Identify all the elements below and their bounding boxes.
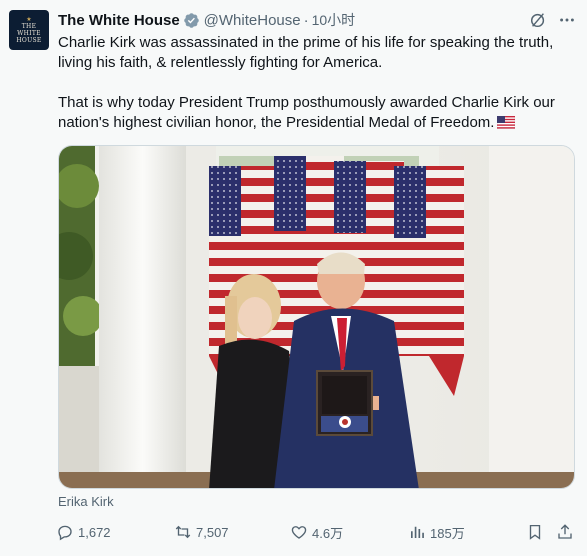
share-icon bbox=[558, 524, 572, 539]
bookmark-button[interactable] bbox=[526, 520, 548, 544]
ceremony-photo bbox=[59, 146, 574, 488]
us-flag-emoji-icon bbox=[497, 115, 516, 130]
more-button[interactable] bbox=[556, 10, 578, 30]
views-button[interactable]: 185万 bbox=[408, 520, 465, 544]
grok-button[interactable] bbox=[528, 10, 548, 30]
photo-caption: Erika Kirk bbox=[58, 494, 114, 509]
reply-button[interactable]: 1,672 bbox=[56, 520, 111, 544]
tweet-card[interactable]: ★ THE WHITE HOUSE The White House @White… bbox=[0, 0, 587, 556]
reply-count: 1,672 bbox=[78, 524, 111, 540]
like-icon bbox=[291, 526, 307, 539]
timestamp[interactable]: 10小时 bbox=[312, 10, 356, 30]
tweet-paragraph-2: That is why today President Trump posthu… bbox=[58, 94, 555, 131]
separator-dot: · bbox=[303, 11, 309, 29]
more-icon bbox=[560, 18, 574, 22]
like-button[interactable]: 4.6万 bbox=[290, 520, 343, 544]
avatar[interactable]: ★ THE WHITE HOUSE bbox=[9, 10, 49, 50]
share-button[interactable] bbox=[556, 520, 578, 544]
reply-icon bbox=[58, 525, 72, 541]
grok-icon bbox=[530, 13, 545, 28]
display-name[interactable]: The White House bbox=[58, 12, 180, 29]
like-count: 4.6万 bbox=[312, 525, 344, 541]
verified-badge-icon[interactable] bbox=[183, 12, 200, 29]
tweet-photo[interactable] bbox=[58, 145, 575, 489]
bookmark-icon bbox=[529, 524, 541, 540]
handle[interactable]: @WhiteHouse bbox=[204, 12, 301, 29]
tweet-text: Charlie Kirk was assassinated in the pri… bbox=[58, 33, 583, 133]
retweet-icon bbox=[175, 525, 191, 539]
tweet-actions: 1,672 7,507 4.6万 185万 bbox=[56, 520, 581, 544]
retweet-button[interactable]: 7,507 bbox=[174, 520, 229, 544]
tweet-paragraph-1: Charlie Kirk was assassinated in the pri… bbox=[58, 34, 554, 71]
view-count: 185万 bbox=[430, 525, 465, 541]
views-icon bbox=[411, 526, 424, 538]
retweet-count: 7,507 bbox=[196, 524, 229, 540]
tweet-header: The White House @WhiteHouse · 10小时 bbox=[58, 10, 355, 30]
